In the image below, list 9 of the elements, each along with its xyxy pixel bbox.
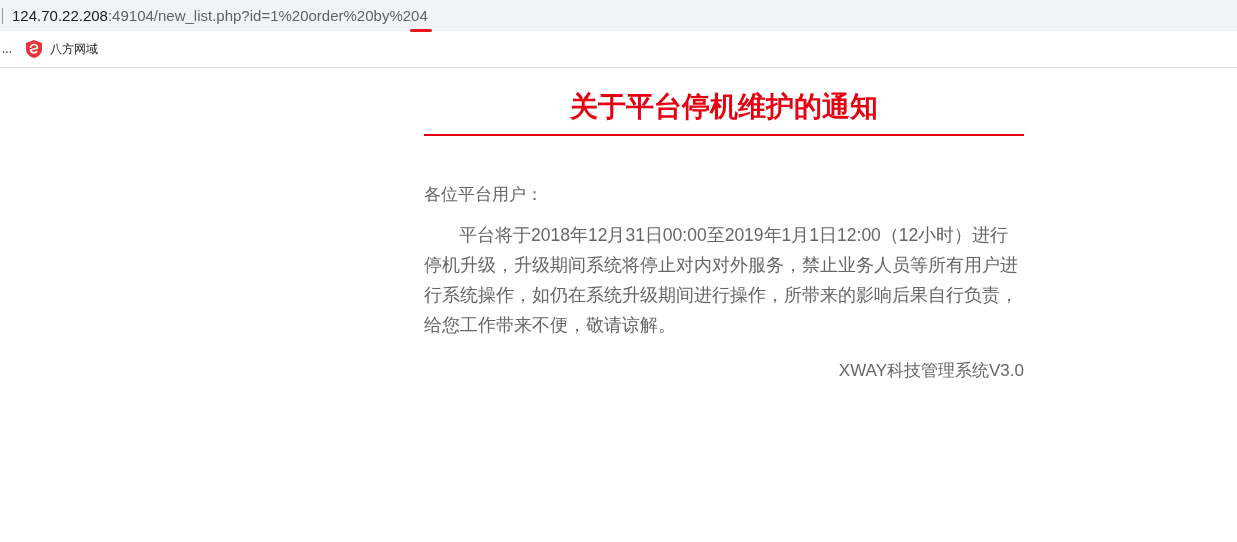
bookmark[interactable]: 八方网域 (26, 40, 98, 58)
shield-icon (26, 40, 42, 58)
notice-title: 关于平台停机维护的通知 (569, 90, 879, 124)
address-bar[interactable]: 124.70.22.208:49104/new_list.php?id=1%20order%20by%204 (0, 0, 1237, 31)
greeting: 各位平台用户： (424, 184, 544, 206)
signature: XWAY科技管理系统V3.0 (837, 360, 1024, 382)
bookmark[interactable]: ... (2, 42, 12, 56)
notice-body: 平台将于2018年12月31日00:00至2019年1月1日12:00（12小时）进行停机升级，升级期间系统将停止对内对外服务，禁止业务人员等所有用户进行系统操作，如仍在系统升级期间进行操作，所带来的影响后果自行负责，给您工作带来不便，敬请谅解。 (424, 224, 1019, 337)
url-text: 124.70.22.208:49104/new_list.php?id=1%20order%20by%204 (12, 7, 428, 24)
